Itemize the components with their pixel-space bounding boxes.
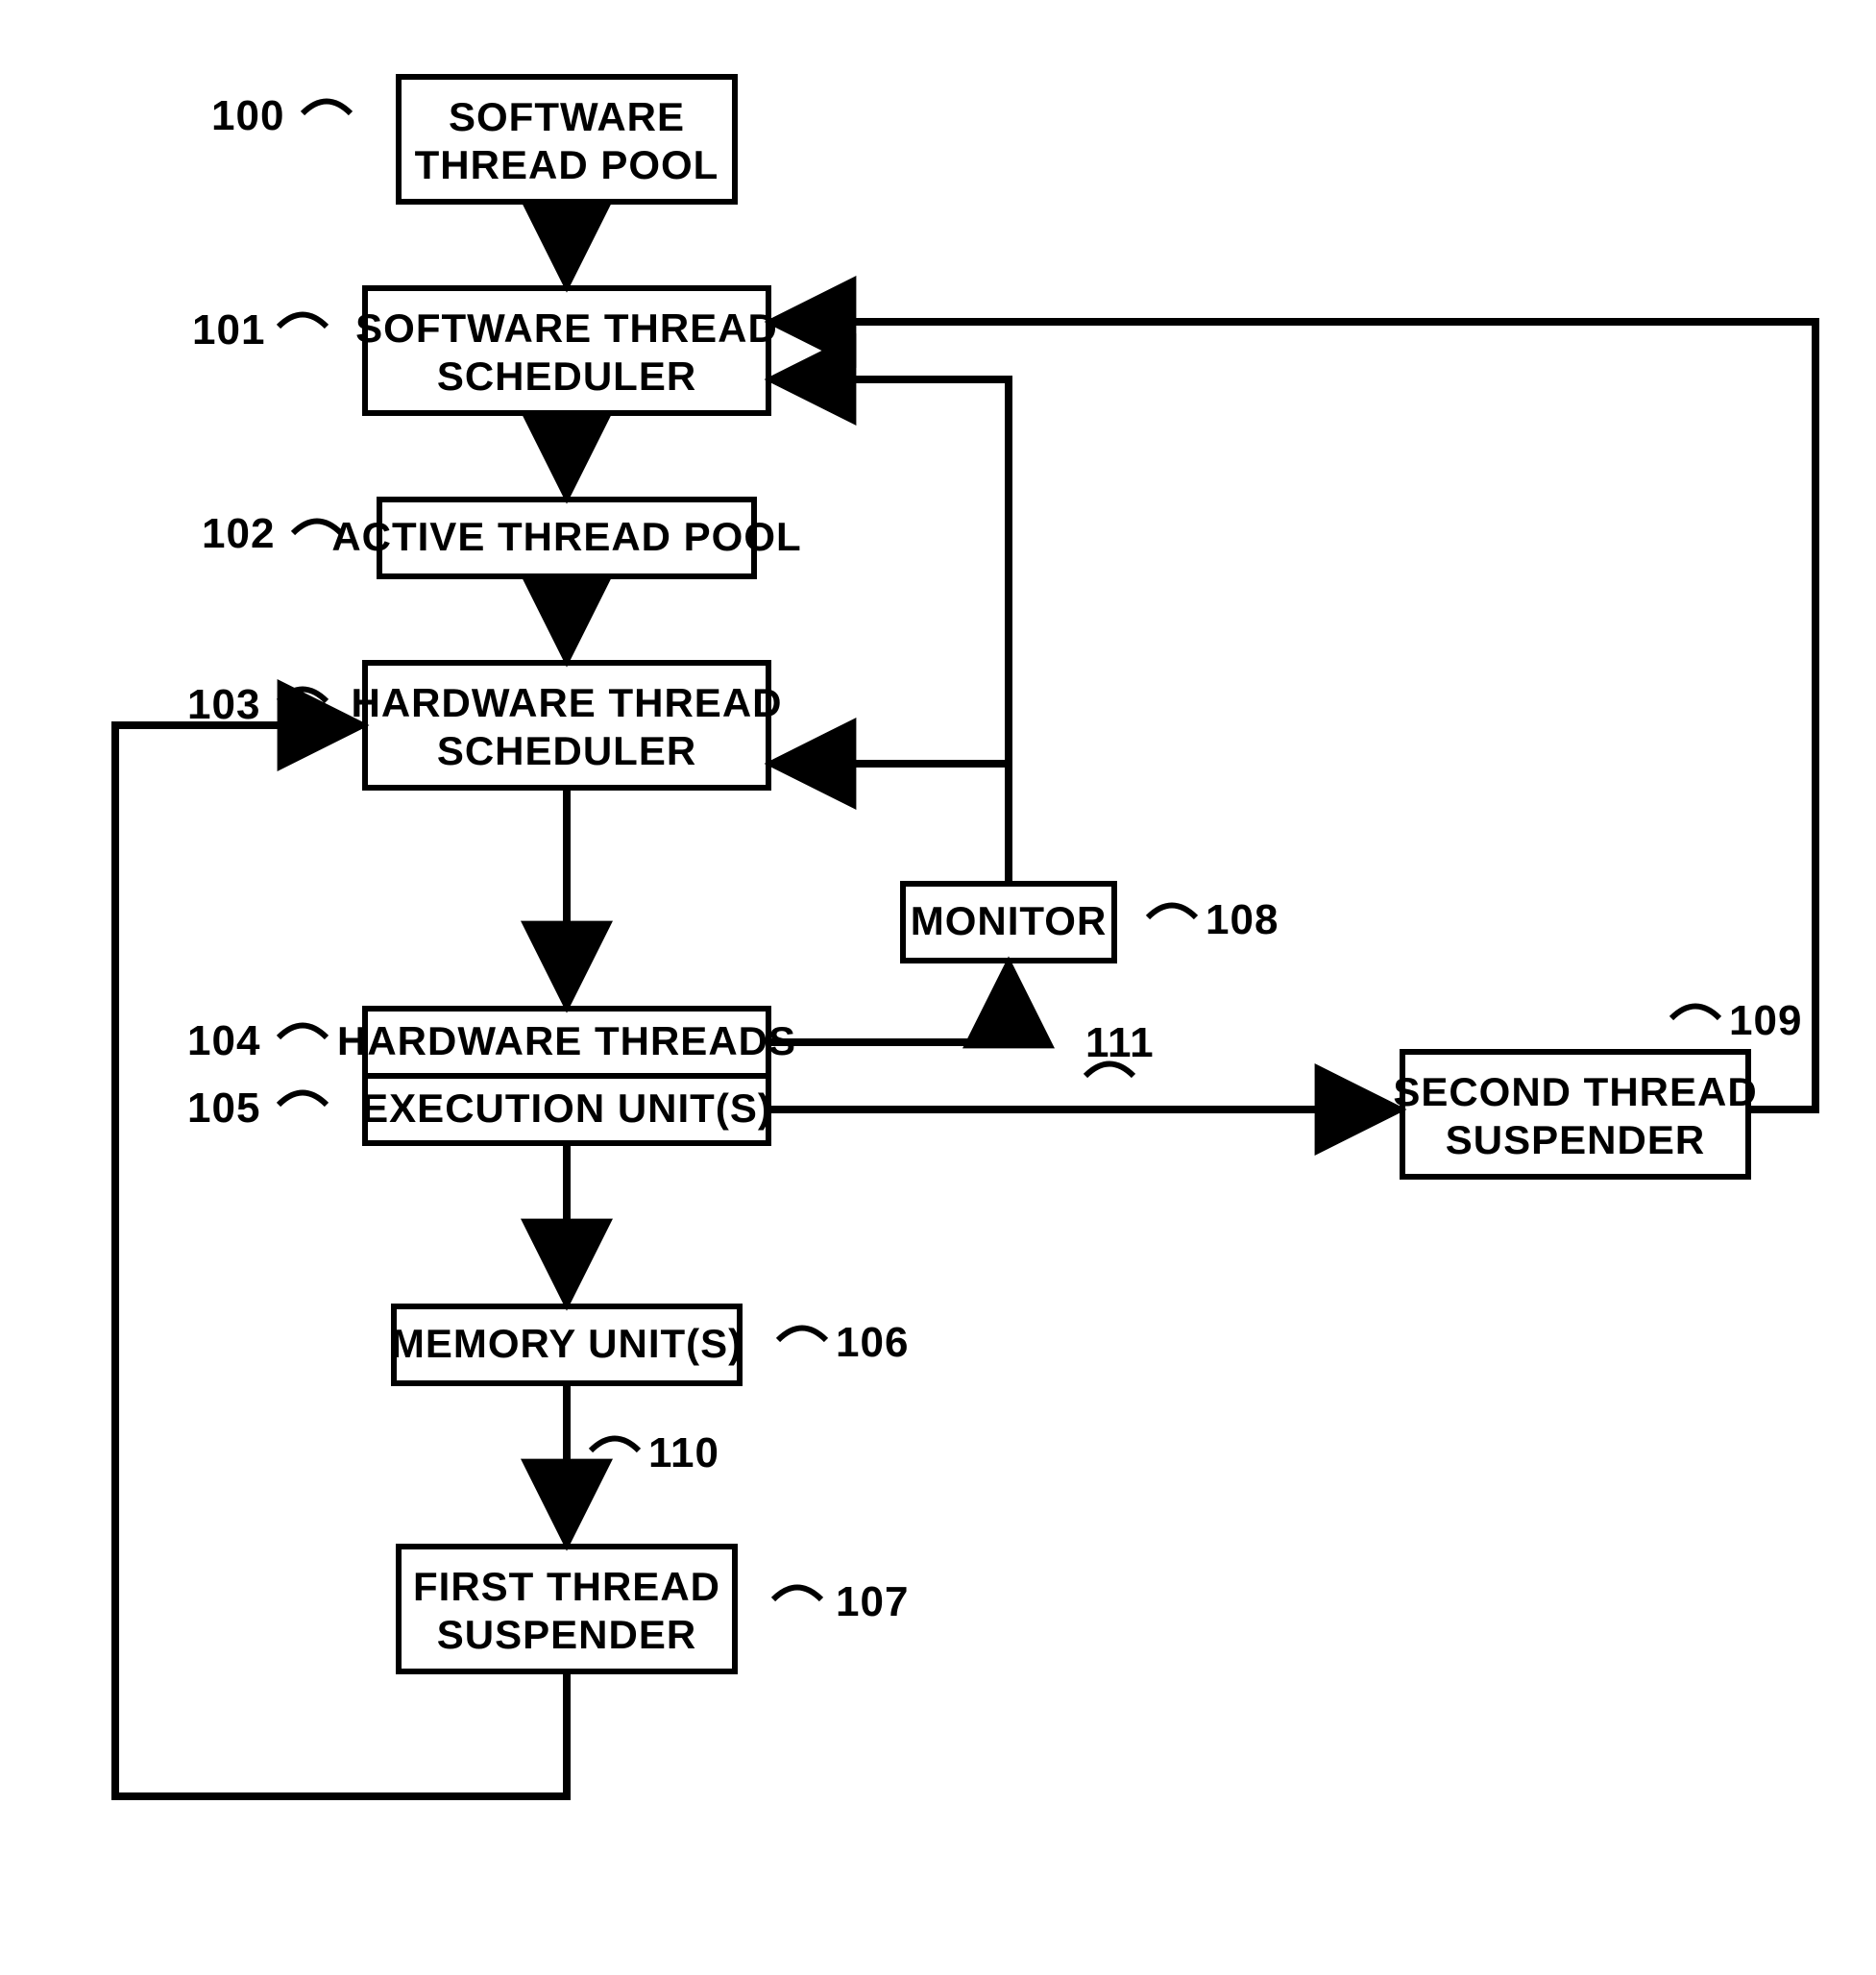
ref-102: 102 [202,510,275,557]
ref-103: 103 [187,681,260,728]
block-label: SCHEDULER [437,354,696,399]
ref-109: 109 [1729,997,1802,1044]
block-label: SUSPENDER [437,1612,696,1657]
ref-105: 105 [187,1085,260,1132]
lead-line [279,690,327,702]
block-label: FIRST THREAD [413,1564,720,1609]
ref-111: 111 [1085,1019,1155,1066]
lead-line [279,1026,327,1038]
lead-line [303,102,351,114]
block-memory-units: MEMORY UNIT(S) [391,1306,743,1383]
ref-104: 104 [187,1017,260,1064]
lead-line [1671,1007,1719,1019]
diagram-canvas: SOFTWARE THREAD POOL 100 SOFTWARE THREAD… [0,0,1876,1975]
block-label: ACTIVE THREAD POOL [331,514,801,559]
block-first-thread-suspender: FIRST THREAD SUSPENDER [399,1547,735,1671]
block-label: SCHEDULER [437,728,696,773]
block-label: SOFTWARE THREAD [355,305,778,351]
block-label: SUSPENDER [1446,1117,1705,1162]
lead-line [279,315,327,328]
block-software-thread-pool: SOFTWARE THREAD POOL [399,77,735,202]
block-label: HARDWARE THREADS [337,1018,796,1063]
block-monitor: MONITOR [903,884,1114,961]
arrow-108-to-103 [773,764,1009,884]
block-label: SOFTWARE [449,94,685,139]
ref-106: 106 [836,1319,909,1366]
block-label: THREAD POOL [415,142,719,187]
ref-107: 107 [836,1578,909,1625]
block-active-thread-pool: ACTIVE THREAD POOL [331,500,801,576]
block-label: SECOND THREAD [1393,1069,1757,1114]
arrow-109-to-101 [773,322,1815,1109]
block-execution-units: EXECUTION UNIT(S) [361,1076,772,1143]
lead-line [773,1588,821,1600]
block-hardware-thread-scheduler: HARDWARE THREAD SCHEDULER [352,663,783,788]
lead-line [279,1093,327,1106]
arrow-104-to-108 [768,965,1009,1042]
lead-line [591,1439,639,1451]
block-second-thread-suspender: SECOND THREAD SUSPENDER [1393,1052,1757,1177]
block-software-thread-scheduler: SOFTWARE THREAD SCHEDULER [355,288,778,413]
ref-101: 101 [192,306,265,354]
ref-110: 110 [648,1429,719,1476]
block-label: HARDWARE THREAD [352,680,783,725]
lead-line [778,1329,826,1341]
lead-line [1148,906,1196,918]
block-label: MONITOR [911,898,1108,943]
ref-108: 108 [1206,896,1279,943]
arrow-108-to-101 [773,379,1009,884]
block-label: MEMORY UNIT(S) [391,1321,743,1366]
ref-100: 100 [211,92,284,139]
block-label: EXECUTION UNIT(S) [361,1085,772,1131]
block-hardware-threads: HARDWARE THREADS [337,1009,796,1076]
